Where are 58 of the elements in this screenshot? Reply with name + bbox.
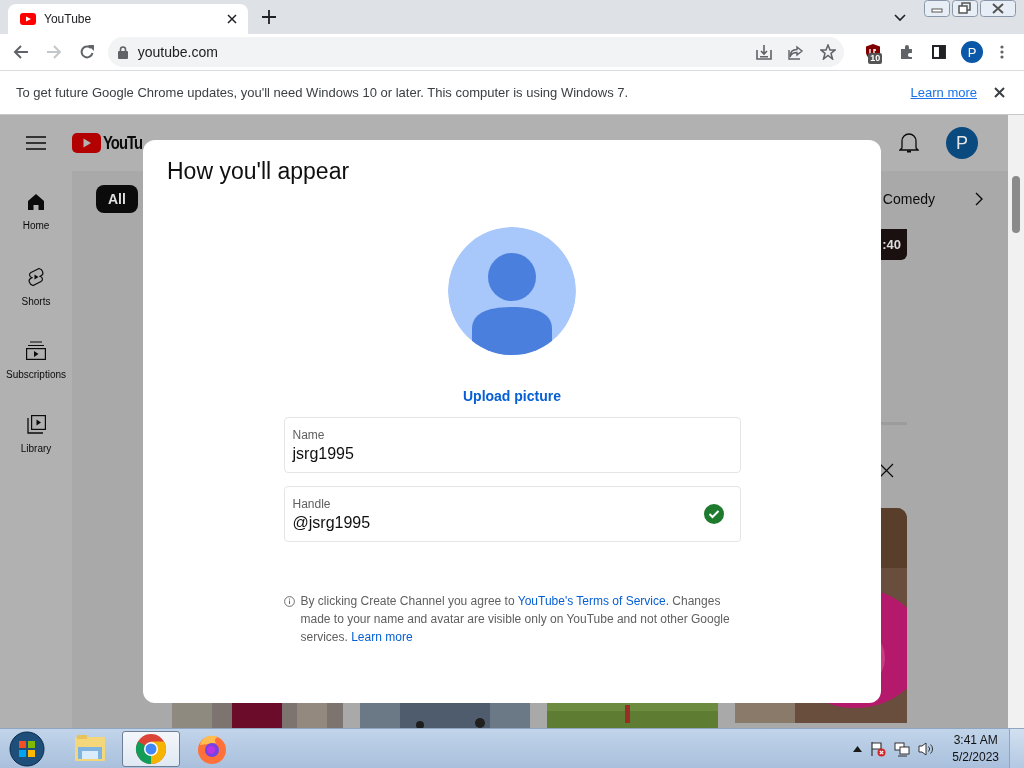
input-field[interactable]: Name jsrg1995 xyxy=(283,417,741,473)
learn-more-link[interactable]: Learn more xyxy=(351,630,413,644)
sidebar-item[interactable]: Subscriptions xyxy=(0,341,72,415)
profile-avatar[interactable]: P xyxy=(961,41,983,63)
chrome-icon xyxy=(135,732,167,765)
terms-notice: By clicking Create Channel you agree to YouTube's Terms of Service. Changes made to your name and avatar are visible only on YouTube and not other Google services. Learn more xyxy=(300,593,731,646)
category-chip[interactable]: All xyxy=(96,185,138,213)
scrollbar-thumb[interactable] xyxy=(1012,176,1020,233)
chevron-right-icon[interactable] xyxy=(975,192,983,206)
clock-time[interactable]: 3:41 AM xyxy=(953,731,998,749)
video-play-icon xyxy=(20,13,36,25)
shorts-icon xyxy=(27,267,45,287)
more-vertical-icon[interactable] xyxy=(1000,45,1004,59)
caret-up-icon[interactable] xyxy=(853,745,863,752)
person-avatar-icon xyxy=(448,227,576,355)
dialog-title: How you'll appear xyxy=(167,158,350,185)
menu-icon[interactable] xyxy=(26,136,46,150)
network-icon[interactable] xyxy=(894,740,911,757)
chevron-down-icon[interactable] xyxy=(894,14,906,22)
lock-icon xyxy=(117,45,128,59)
address-bar[interactable]: youtube.com xyxy=(107,37,845,67)
upload-picture-link[interactable]: Upload picture xyxy=(463,388,561,404)
input-field[interactable]: Handle @jsrg1995 xyxy=(283,486,741,542)
learn-more-link[interactable]: Learn more xyxy=(910,85,977,100)
speaker-icon[interactable] xyxy=(918,740,935,757)
folder-icon xyxy=(74,734,106,763)
close-icon[interactable] xyxy=(879,463,894,478)
update-message: To get future Google Chrome updates, you'll need Windows 10 or later. This computer is using Windows 7. xyxy=(16,85,629,100)
flag-icon[interactable] xyxy=(870,740,887,757)
library-icon xyxy=(26,415,46,434)
install-icon[interactable] xyxy=(756,44,773,60)
account-avatar[interactable]: P xyxy=(946,127,978,159)
start-button[interactable] xyxy=(9,730,45,767)
back-arrow-icon[interactable] xyxy=(13,44,29,60)
close-icon[interactable] xyxy=(980,0,1016,17)
close-icon[interactable] xyxy=(994,87,1005,98)
video-play-icon xyxy=(72,133,101,153)
category-chip[interactable]: Comedy xyxy=(882,185,941,213)
browser-tab[interactable]: YouTube xyxy=(8,4,248,34)
home-icon xyxy=(27,193,45,211)
share-icon[interactable] xyxy=(788,44,805,60)
plus-icon[interactable] xyxy=(262,10,276,24)
clock-date[interactable]: 5/2/2023 xyxy=(952,748,999,766)
info-icon xyxy=(283,596,295,607)
sidebar-item[interactable]: Shorts xyxy=(0,267,72,341)
reload-icon[interactable] xyxy=(78,44,95,60)
terms-link[interactable]: YouTube's Terms of Service xyxy=(517,594,666,608)
side-panel-icon[interactable] xyxy=(932,45,947,59)
taskbar-app[interactable] xyxy=(122,730,180,767)
sidebar-item[interactable]: Home xyxy=(0,193,72,267)
close-icon[interactable] xyxy=(227,14,237,24)
sidebar-item[interactable]: Library xyxy=(0,415,72,489)
extension-badge: 10 xyxy=(868,53,883,64)
bell-icon[interactable] xyxy=(899,132,919,154)
subscriptions-icon xyxy=(26,341,46,360)
logo-text: YouTu xyxy=(103,132,143,154)
star-icon[interactable] xyxy=(820,44,837,60)
restore-icon[interactable] xyxy=(952,0,978,17)
